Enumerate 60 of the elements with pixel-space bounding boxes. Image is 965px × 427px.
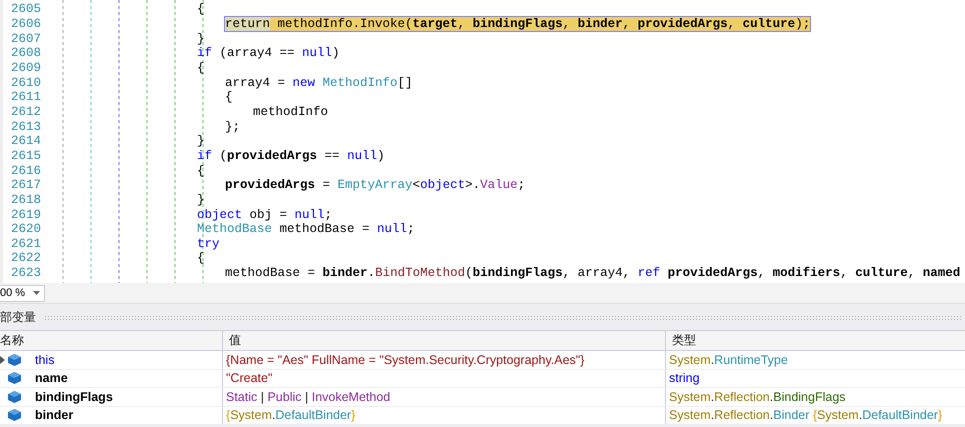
code-line: array4 = new MethodInfo[]: [225, 76, 413, 90]
caret-icon: [33, 291, 40, 295]
line-number: 2617: [10, 178, 42, 192]
line-number: 2619: [10, 208, 42, 222]
code-line: {: [197, 2, 205, 16]
line-number: 2616: [10, 164, 42, 178]
line-number: 2606: [10, 16, 42, 31]
line-number: 2611: [10, 90, 42, 104]
variable-value: "Create": [226, 371, 272, 386]
field-icon: [8, 354, 21, 366]
line-number: 2622: [10, 251, 42, 266]
line-number: 2621: [10, 236, 42, 251]
variable-value: {System.DefaultBinder}: [226, 408, 356, 422]
line-number: 2620: [10, 222, 42, 236]
code-line: }: [197, 134, 205, 148]
code-line: {: [197, 164, 205, 178]
variable-type: System.Reflection.BindingFlags: [669, 390, 846, 404]
code-line: if (providedArgs == null): [197, 148, 385, 163]
variable-name: bindingFlags: [35, 390, 113, 404]
code-line: }: [197, 192, 205, 207]
code-line: providedArgs = EmptyArray<object>.Value;: [225, 178, 526, 192]
code-line: try: [197, 236, 220, 251]
line-number: 2613: [10, 120, 42, 134]
expand-arrow-icon[interactable]: [0, 356, 5, 364]
line-number: 2615: [10, 148, 42, 163]
variable-name: binder: [35, 408, 74, 422]
code-line: {: [197, 251, 205, 266]
column-header[interactable]: 名称: [0, 331, 222, 350]
line-number: 2614: [10, 134, 42, 148]
code-line: MethodBase methodBase = null;: [197, 222, 415, 236]
variable-type: System.RuntimeType: [669, 352, 788, 367]
code-line: {: [197, 60, 205, 75]
line-number: 2608: [10, 46, 42, 60]
field-icon: [8, 409, 21, 422]
zoom-dropdown[interactable]: 00 %: [0, 284, 45, 302]
variable-value: {Name = "Aes" FullName = "System.Security.Cryptography.Aes"}: [226, 352, 584, 367]
line-number: 2612: [10, 104, 42, 119]
line-number: 2607: [10, 32, 42, 46]
line-number: 2623: [10, 266, 42, 280]
field-icon: [8, 390, 21, 403]
code-line: object obj = null;: [197, 208, 332, 222]
variable-type: System.Reflection.Binder {System.DefaultBinder}: [669, 408, 942, 422]
panel-title: 部变量: [0, 308, 37, 326]
line-number: 2609: [10, 60, 42, 75]
code-line: methodInfo: [253, 104, 328, 119]
variable-value: Static | Public | InvokeMethod: [226, 390, 390, 404]
code-line: if (array4 == null): [197, 46, 340, 60]
code-line: }: [197, 32, 205, 46]
variable-type: string: [669, 371, 700, 386]
code-line: };: [225, 120, 240, 134]
line-number: 2610: [10, 76, 42, 90]
column-header[interactable]: 值: [222, 331, 665, 350]
column-header[interactable]: 类型: [665, 331, 965, 350]
field-icon: [8, 372, 21, 384]
code-line: methodBase = binder.BindToMethod(bindingFlags, array4, ref providedArgs, modifiers, culture, named: [225, 266, 960, 280]
variable-name: this: [35, 352, 54, 367]
code-line: {: [225, 90, 233, 104]
line-number: 2618: [10, 192, 42, 207]
variable-name: name: [35, 371, 68, 386]
line-number: 2605: [10, 2, 42, 16]
